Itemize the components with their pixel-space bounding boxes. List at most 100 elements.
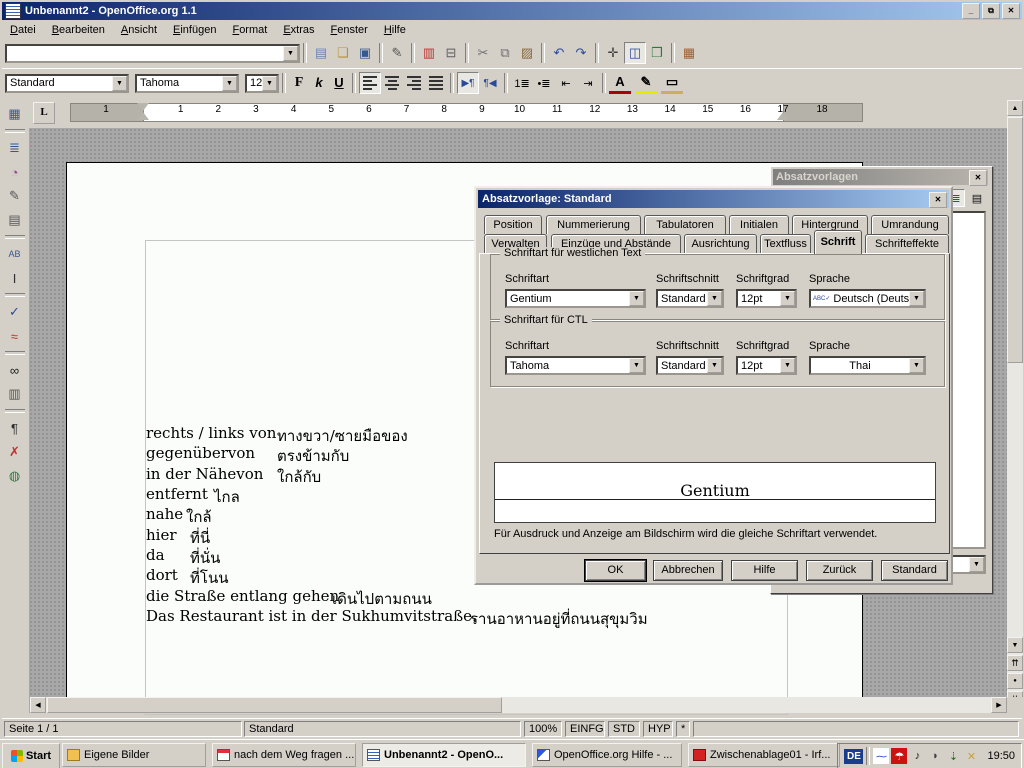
font-name-combobox[interactable]: Tahoma ▼: [135, 74, 239, 93]
ctl-size-value[interactable]: 12pt: [738, 360, 780, 372]
autospellcheck-icon[interactable]: ≈: [4, 324, 26, 348]
graphics-onoff-icon[interactable]: ✗: [4, 440, 26, 464]
western-style-combobox[interactable]: Standard ▼: [656, 289, 724, 308]
horizontal-scrollbar[interactable]: ◀ ▶: [30, 697, 1007, 713]
tab-textfluss[interactable]: Textfluss: [760, 234, 811, 253]
left-to-right-button[interactable]: ▶¶: [457, 72, 479, 94]
align-center-button[interactable]: [381, 72, 403, 94]
form-icon[interactable]: ▤: [4, 208, 26, 232]
tab-tabulatoren[interactable]: Tabulatoren: [644, 215, 726, 234]
restore-button[interactable]: ⧉: [982, 3, 1000, 19]
data-sources-icon[interactable]: ▥: [4, 382, 26, 406]
tab-ausrichtung[interactable]: Ausrichtung: [684, 234, 757, 253]
stylist-icon[interactable]: ◫: [624, 42, 646, 64]
taskbar-task-4[interactable]: OpenOffice.org Hilfe - ...: [532, 743, 682, 767]
western-size-combobox[interactable]: 12pt ▼: [736, 289, 797, 308]
new-style-from-selection-icon[interactable]: ▤: [968, 189, 986, 207]
status-zoom[interactable]: 100%: [524, 721, 562, 737]
scroll-left-button[interactable]: ◀: [30, 697, 46, 713]
spellcheck-icon[interactable]: ✓: [4, 300, 26, 324]
first-line-indent-marker[interactable]: [137, 103, 149, 111]
align-right-button[interactable]: [403, 72, 425, 94]
menu-item-hilfe[interactable]: Hilfe: [376, 22, 414, 38]
back-button[interactable]: Zurück: [806, 560, 873, 581]
url-dropdown-button[interactable]: ▼: [283, 46, 298, 61]
menu-item-datei[interactable]: Datei: [2, 22, 44, 38]
taskbar-task-2[interactable]: nach dem Weg fragen ...: [212, 743, 356, 767]
menu-item-fenster[interactable]: Fenster: [323, 22, 376, 38]
ctl-size-dropdown-button[interactable]: ▼: [780, 358, 795, 373]
dialog-close-button[interactable]: ✕: [929, 192, 947, 208]
removable-device-icon[interactable]: ⇣: [945, 748, 961, 764]
insert-table-icon[interactable]: ▦: [4, 102, 26, 126]
edit-file-icon[interactable]: ✎: [386, 42, 408, 64]
ctl-style-value[interactable]: Standard: [658, 360, 707, 372]
nonprinting-characters-icon[interactable]: ¶: [4, 416, 26, 440]
clipboard-tool-icon[interactable]: ✕: [963, 748, 979, 764]
size-dropdown-button[interactable]: ▼: [262, 76, 277, 91]
new-document-icon[interactable]: ▤: [310, 42, 332, 64]
ctl-language-value[interactable]: Thai: [811, 360, 909, 372]
paragraph-background-icon[interactable]: ▭: [661, 72, 683, 94]
status-page-style[interactable]: Standard: [244, 721, 521, 737]
ctl-font-value[interactable]: Tahoma: [507, 360, 629, 372]
status-hyperlink-mode[interactable]: HYP: [643, 721, 673, 737]
horizontal-scrollbar-thumb[interactable]: [47, 697, 502, 713]
tab-position[interactable]: Position: [484, 215, 542, 234]
bullet-list-icon[interactable]: •≣: [533, 72, 555, 94]
online-layout-icon[interactable]: ◍: [4, 464, 26, 488]
export-pdf-icon[interactable]: ▥: [418, 42, 440, 64]
western-font-combobox[interactable]: Gentium ▼: [505, 289, 646, 308]
load-url-combobox[interactable]: ▼: [5, 44, 300, 63]
tab-nummerierung[interactable]: Nummerierung: [546, 215, 641, 234]
scroll-right-button[interactable]: ▶: [991, 697, 1007, 713]
minimize-button[interactable]: _: [962, 3, 980, 19]
keyboard-layout-indicator[interactable]: DE: [844, 749, 863, 764]
highlighting-icon[interactable]: ✎: [635, 72, 657, 94]
quickstarter-icon[interactable]: ⁓: [873, 748, 889, 764]
cancel-button[interactable]: Abbrechen: [653, 560, 723, 581]
close-button[interactable]: ✕: [1002, 3, 1020, 19]
print-icon[interactable]: ⊟: [440, 42, 462, 64]
stylist-filter-dropdown-button[interactable]: ▼: [969, 557, 984, 572]
increase-indent-icon[interactable]: ⇥: [577, 72, 599, 94]
taskbar-task-5[interactable]: Zwischenablage01 - Irf...: [688, 743, 840, 767]
navigator-icon[interactable]: ✛: [602, 42, 624, 64]
taskbar-task-1[interactable]: Eigene Bilder: [62, 743, 206, 767]
numbered-list-icon[interactable]: 1≣: [511, 72, 533, 94]
help-button[interactable]: Hilfe: [731, 560, 798, 581]
font-name-value[interactable]: Tahoma: [137, 77, 222, 89]
align-left-button[interactable]: [359, 72, 381, 94]
undo-icon[interactable]: ↶: [548, 42, 570, 64]
tab-type-selector[interactable]: L: [33, 102, 55, 124]
redo-icon[interactable]: ↷: [570, 42, 592, 64]
western-size-value[interactable]: 12pt: [738, 293, 780, 305]
western-font-value[interactable]: Gentium: [507, 293, 629, 305]
status-selection-mode[interactable]: STD: [608, 721, 640, 737]
antivirus-icon[interactable]: ☂: [891, 748, 907, 764]
direct-cursor-icon[interactable]: I: [4, 266, 26, 290]
scroll-down-button[interactable]: ▼: [1007, 637, 1023, 653]
menu-item-format[interactable]: Format: [224, 22, 275, 38]
font-size-combobox[interactable]: 12 ▼: [245, 74, 279, 93]
ctl-font-dropdown-button[interactable]: ▼: [629, 358, 644, 373]
ctl-font-combobox[interactable]: Tahoma ▼: [505, 356, 646, 375]
western-font-dropdown-button[interactable]: ▼: [629, 291, 644, 306]
ctl-language-dropdown-button[interactable]: ▼: [909, 358, 924, 373]
western-style-dropdown-button[interactable]: ▼: [707, 291, 722, 306]
western-style-value[interactable]: Standard: [658, 293, 707, 305]
stylist-title-bar[interactable]: Absatzvorlagen ✕: [773, 169, 988, 185]
previous-page-button[interactable]: ⇈: [1007, 655, 1023, 671]
western-size-dropdown-button[interactable]: ▼: [780, 291, 795, 306]
volume-icon[interactable]: ♪: [909, 748, 925, 764]
bold-button[interactable]: F: [289, 73, 309, 93]
navigation-button[interactable]: ●: [1007, 673, 1023, 689]
open-icon[interactable]: ❏: [332, 42, 354, 64]
insert-icon[interactable]: ≣: [4, 136, 26, 160]
copy-icon[interactable]: ⧉: [494, 42, 516, 64]
ok-button[interactable]: OK: [585, 560, 646, 581]
ctl-style-dropdown-button[interactable]: ▼: [707, 358, 722, 373]
insert-object-icon[interactable]: ◔: [4, 160, 26, 184]
status-insert-mode[interactable]: EINFG: [565, 721, 605, 737]
paragraph-style-combobox[interactable]: Standard ▼: [5, 74, 129, 93]
